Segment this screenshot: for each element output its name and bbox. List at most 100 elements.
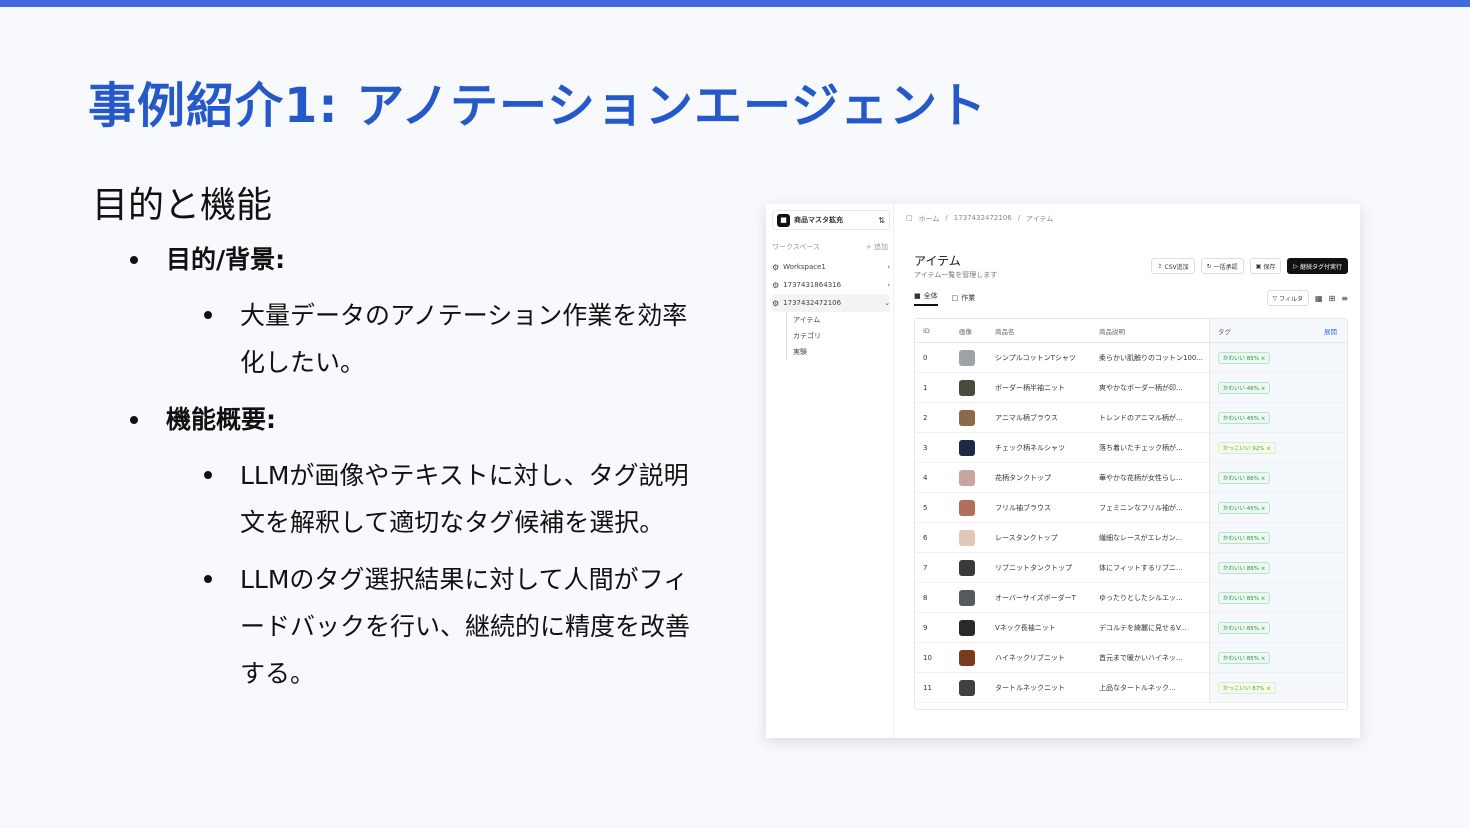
close-icon[interactable]: × [1261, 656, 1266, 662]
add-workspace-button[interactable]: + 追加 [866, 242, 888, 252]
tag-chip[interactable]: かわいい 45% × [1218, 501, 1271, 514]
run-tagging-button[interactable]: ▷ 継続タグ付実行 [1287, 258, 1348, 274]
tag-chip[interactable]: かわいい 45% × [1218, 411, 1271, 424]
cell-name: ボーダー柄半袖ニット [995, 383, 1065, 392]
table-row[interactable]: 1 ボーダー柄半袖ニット 爽やかなボーダー柄が印... かわいい 46% × [915, 373, 1347, 403]
column-header-tag[interactable]: タグ 展開 [1209, 319, 1347, 342]
breadcrumb: □ ホーム / 1737432472106 / アイテム [906, 214, 1053, 224]
column-header-id[interactable]: ID [915, 327, 959, 335]
tab-all[interactable]: ■ 全体 [914, 290, 938, 306]
close-icon[interactable]: × [1261, 626, 1266, 632]
cell-name: リブニットタンクトップ [995, 563, 1072, 572]
table-row[interactable]: 5 フリル袖ブラウス フェミニンなフリル袖が... かわいい 45% × [915, 493, 1347, 523]
cell-description: デコルテを綺麗に見せるV... [1099, 623, 1187, 632]
sidebar-item-workspace3[interactable]: ⚙ 1737432472106 ⌄ [772, 294, 890, 312]
tab-work[interactable]: □ 作業 [952, 290, 976, 306]
tag-chip[interactable]: かわいい 85% × [1218, 591, 1271, 604]
product-thumbnail[interactable] [959, 499, 975, 516]
close-icon[interactable]: × [1266, 446, 1271, 452]
product-thumbnail[interactable] [959, 469, 975, 486]
filter-button[interactable]: ▽ フィルタ [1266, 290, 1310, 306]
cell-image [959, 499, 995, 516]
cell-name: 花柄タンクトップ [995, 473, 1051, 482]
tag-chip[interactable]: かわいい 85% × [1218, 351, 1271, 364]
close-icon[interactable]: × [1261, 386, 1266, 392]
table-row[interactable]: 0 シンプルコットンTシャツ 柔らかい肌触りのコットン100... かわいい 85% … [915, 343, 1347, 373]
product-thumbnail[interactable] [959, 439, 975, 456]
tag-chip[interactable]: かっこいい 87% × [1218, 681, 1276, 694]
column-header-description[interactable]: 商品説明 [1099, 326, 1209, 336]
close-icon[interactable]: × [1261, 476, 1266, 482]
view-grid-icon[interactable]: ▦ [1315, 294, 1323, 303]
cell-tag: かっこいい 87% × [1209, 673, 1347, 702]
product-thumbnail[interactable] [959, 679, 975, 696]
save-button[interactable]: ▣ 保存 [1249, 258, 1282, 274]
table-row[interactable]: 4 花柄タンクトップ 華やかな花柄が女性らし... かわいい 86% × [915, 463, 1347, 493]
tag-chip[interactable]: かわいい 46% × [1218, 381, 1271, 394]
expand-link[interactable]: 展開 [1324, 326, 1337, 336]
tag-chip[interactable]: かわいい 85% × [1218, 651, 1271, 664]
tag-chip[interactable]: かわいい 85% × [1218, 621, 1271, 634]
cell-name: レースタンクトップ [995, 533, 1058, 542]
bullet-heading: 目的/背景: [166, 245, 286, 274]
table-row[interactable]: 8 オーバーサイズボーダーT ゆったりとしたシルエッ... かわいい 85% × [915, 583, 1347, 613]
product-thumbnail[interactable] [959, 649, 975, 666]
bulk-approve-button[interactable]: ↻ 一括承認 [1200, 258, 1244, 274]
sidebar-subitem-experiments[interactable]: 実験 [793, 344, 890, 360]
cell-id: 9 [923, 623, 928, 632]
product-thumbnail[interactable] [959, 619, 975, 636]
sidebar-item-workspace1[interactable]: ⚙ Workspace1 › [772, 258, 890, 276]
product-thumbnail[interactable] [959, 589, 975, 606]
table-row[interactable]: 10 ハイネックリブニット 首元まで暖かいハイネッ... かわいい 85% × [915, 643, 1347, 673]
product-thumbnail[interactable] [959, 409, 975, 426]
close-icon[interactable]: × [1261, 506, 1266, 512]
bullet-dot-icon [130, 416, 138, 424]
table-row[interactable]: 11 タートルネックニット 上品なタートルネック... かっこいい 87% × [915, 673, 1347, 703]
close-icon[interactable]: × [1261, 596, 1266, 602]
cell-name: フリル袖ブラウス [995, 503, 1051, 512]
breadcrumb-current: アイテム [1026, 215, 1054, 223]
column-header-image[interactable]: 画像 [959, 326, 995, 336]
close-icon[interactable]: × [1261, 356, 1266, 362]
app-screenshot: ■ 商品マスタ拡充 ⇅ ワークスペース + 追加 ⚙ Workspace1 › ⚙ 1… [766, 204, 1360, 738]
sidebar-toggle-icon[interactable]: □ [906, 214, 913, 224]
upload-icon: ⇪ [1157, 262, 1163, 270]
chevron-right-icon: › [887, 281, 890, 289]
table-row[interactable]: 7 リブニットタンクトップ 体にフィットするリブニ... かわいい 86% × [915, 553, 1347, 583]
csv-add-button[interactable]: ⇪ CSV追加 [1151, 258, 1195, 274]
table-row[interactable]: 2 アニマル柄ブラウス トレンドのアニマル柄が... かわいい 45% × [915, 403, 1347, 433]
cell-description: 落ち着いたチェック柄が... [1099, 443, 1183, 452]
product-thumbnail[interactable] [959, 379, 975, 396]
view-list-icon[interactable]: ≡ [1341, 294, 1348, 303]
tag-chip[interactable]: かわいい 86% × [1218, 471, 1271, 484]
close-icon[interactable]: × [1261, 536, 1266, 542]
cell-tag: かわいい 85% × [1209, 613, 1347, 642]
breadcrumb-workspace[interactable]: 1737432472106 [954, 214, 1012, 224]
close-icon[interactable]: × [1261, 566, 1266, 572]
close-icon[interactable]: × [1261, 416, 1266, 422]
cell-description: トレンドのアニマル柄が... [1099, 413, 1183, 422]
table-row[interactable]: 3 チェック柄ネルシャツ 落ち着いたチェック柄が... かっこいい 92% × [915, 433, 1347, 463]
table-row[interactable]: 6 レースタンクトップ 繊細なレースがエレガン... かわいい 85% × [915, 523, 1347, 553]
sidebar-subitem-items[interactable]: アイテム [793, 312, 890, 328]
view-tile-icon[interactable]: ⊞ [1329, 294, 1336, 303]
product-thumbnail[interactable] [959, 559, 975, 576]
table-row[interactable]: 9 Vネック長袖ニット デコルテを綺麗に見せるV... かわいい 85% × [915, 613, 1347, 643]
breadcrumb-separator: / [1017, 214, 1021, 222]
section-heading: 目的と機能 [92, 185, 273, 226]
tag-chip[interactable]: かっこいい 92% × [1218, 441, 1276, 454]
content-column: 目的と機能 目的/背景: 大量データのアノテーション作業を効率化したい。 機能概… [92, 176, 712, 711]
cell-tag: かわいい 85% × [1209, 523, 1347, 552]
product-thumbnail[interactable] [959, 529, 975, 546]
tag-chip[interactable]: かわいい 85% × [1218, 531, 1271, 544]
breadcrumb-home[interactable]: ホーム [919, 214, 940, 224]
cell-tag: かっこいい 92% × [1209, 433, 1347, 462]
sidebar-item-workspace2[interactable]: ⚙ 1737431864316 › [772, 276, 890, 294]
close-icon[interactable]: × [1266, 686, 1271, 692]
tag-chip[interactable]: かわいい 86% × [1218, 561, 1271, 574]
sidebar-subitem-categories[interactable]: カテゴリ [793, 328, 890, 344]
workspace-header: ワークスペース + 追加 [772, 242, 888, 252]
product-thumbnail[interactable] [959, 349, 975, 366]
column-header-name[interactable]: 商品名 [995, 326, 1099, 336]
org-switcher[interactable]: ■ 商品マスタ拡充 ⇅ [772, 210, 890, 230]
